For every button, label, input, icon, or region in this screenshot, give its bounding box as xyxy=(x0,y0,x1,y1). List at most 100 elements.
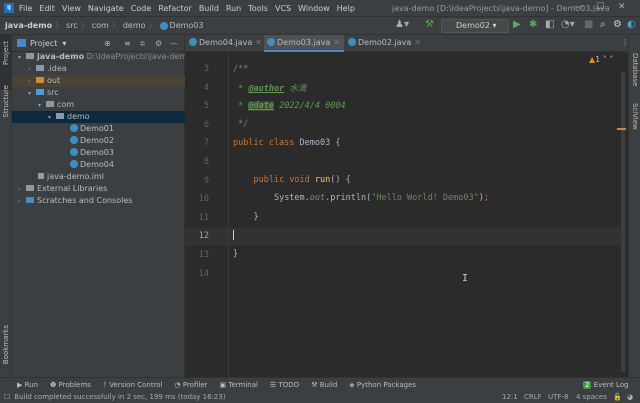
tree-root[interactable]: ▾ java-demo D:\IdeaProjects\java-demo xyxy=(12,51,192,63)
code-editor[interactable]: ▲1 ˄ ˅ 3 4 5 6 7 8 9 10 11 12 13 14 /** * @author 水… xyxy=(185,52,628,377)
line-number: 3 xyxy=(203,64,209,74)
tree-item-external-libraries[interactable]: › External Libraries xyxy=(12,183,185,195)
plugin-icon[interactable]: ◐ xyxy=(627,19,636,30)
line-number: 9 xyxy=(203,175,209,186)
status-icon: ☐ xyxy=(4,393,11,401)
breadcrumb-project[interactable]: java-demo xyxy=(5,21,52,30)
gear-icon[interactable]: ⚙ xyxy=(613,19,622,30)
breadcrumb-com[interactable]: com xyxy=(92,21,109,30)
database-tool-button[interactable]: Database xyxy=(631,53,639,86)
line-separator[interactable]: CRLF xyxy=(524,391,542,403)
tab-options-icon[interactable]: ⋮ xyxy=(621,38,629,47)
profile-icon[interactable]: ◔▾ xyxy=(561,19,575,30)
line-number: 7 xyxy=(203,138,209,149)
gear-icon[interactable]: ⚙ xyxy=(155,39,162,48)
line-number: 14 xyxy=(198,268,209,279)
tab-demo02[interactable]: Demo02.java ✕ xyxy=(345,35,425,52)
stop-icon[interactable]: ■ xyxy=(584,19,593,30)
bookmarks-tool-button[interactable]: Bookmarks xyxy=(2,325,10,364)
right-tool-strip: Database SciView xyxy=(628,35,640,377)
tree-item-scratches[interactable]: › Scratches and Consoles xyxy=(12,195,185,207)
breadcrumb-src[interactable]: src xyxy=(66,21,78,30)
navigation-bar: java-demo 〉 src 〉 com 〉 demo 〉 Demo03 ♟▾ ⚒ D… xyxy=(0,16,640,35)
warning-indicator[interactable]: ▲1 ˄ ˅ xyxy=(589,55,613,64)
caret-position[interactable]: 12:1 xyxy=(502,391,518,403)
menu-window[interactable]: Window xyxy=(298,4,330,13)
tree-item-demo04[interactable]: Demo04 xyxy=(12,159,185,171)
run-configuration-select[interactable]: Demo02 ▾ xyxy=(441,19,509,33)
tree-item-com[interactable]: ▾ com xyxy=(12,99,185,111)
line-number: 4 xyxy=(203,82,209,93)
tree-item-iml[interactable]: java-demo.iml xyxy=(12,171,185,183)
menu-refactor[interactable]: Refactor xyxy=(158,4,192,13)
lock-icon[interactable]: 🔓 xyxy=(613,391,622,403)
menu-code[interactable]: Code xyxy=(131,4,151,13)
tab-demo04[interactable]: Demo04.java ✕ xyxy=(186,35,264,52)
project-view-select[interactable]: Project xyxy=(30,39,57,48)
structure-tool-button[interactable]: Structure xyxy=(2,85,10,118)
user-icon[interactable]: ♟▾ xyxy=(395,19,409,30)
todo-tool-button[interactable]: ☰ TODO xyxy=(270,381,299,389)
tab-demo03[interactable]: Demo03.java ✕ xyxy=(264,35,344,52)
tree-item-src[interactable]: ▾ src xyxy=(12,87,185,99)
line-number: 11 xyxy=(198,212,209,223)
menu-tools[interactable]: Tools xyxy=(248,4,268,13)
menu-vcs[interactable]: VCS xyxy=(275,4,291,13)
editor-tabs: Demo04.java ✕ Demo03.java ✕ Demo02.java ✕ ⋮ xyxy=(185,35,629,52)
line-number: 12 xyxy=(198,231,209,242)
menu-edit[interactable]: Edit xyxy=(39,4,55,13)
text-cursor-icon: I xyxy=(462,273,469,284)
line-number: 8 xyxy=(203,157,209,167)
build-tool-button[interactable]: ⚒ Build xyxy=(311,381,337,389)
breadcrumb-file[interactable]: Demo03 xyxy=(170,21,204,30)
memory-icon[interactable]: ◕ xyxy=(627,391,633,403)
tree-item-out[interactable]: › out xyxy=(12,75,185,87)
indent-setting[interactable]: 4 spaces xyxy=(576,391,607,403)
tree-item-demo[interactable]: ▾ demo xyxy=(12,111,185,123)
tree-item-demo01[interactable]: Demo01 xyxy=(12,123,185,135)
menu-navigate[interactable]: Navigate xyxy=(88,4,124,13)
breadcrumb-demo[interactable]: demo xyxy=(123,21,146,30)
expand-icon[interactable]: ≑ xyxy=(139,39,146,48)
status-message[interactable]: Build completed successfully in 2 sec, 1… xyxy=(14,393,225,401)
menu-help[interactable]: Help xyxy=(337,4,355,13)
file-encoding[interactable]: UTF-8 xyxy=(548,391,568,403)
menu-run[interactable]: Run xyxy=(226,4,241,13)
menu-build[interactable]: Build xyxy=(199,4,219,13)
search-icon[interactable]: ⌕ xyxy=(600,19,606,30)
close-button[interactable]: ✕ xyxy=(618,2,626,12)
project-tool-button[interactable]: Project xyxy=(2,41,10,65)
tree-item-demo03[interactable]: Demo03 xyxy=(12,147,185,159)
menu-file[interactable]: File xyxy=(19,4,32,13)
terminal-tool-button[interactable]: ▣ Terminal xyxy=(220,381,258,389)
build-hammer-icon[interactable]: ⚒ xyxy=(425,19,434,30)
tree-item-idea[interactable]: › .idea xyxy=(12,63,185,75)
scrollbar[interactable] xyxy=(621,72,625,372)
run-icon[interactable]: ▶ xyxy=(513,19,521,30)
class-icon xyxy=(159,21,168,30)
python-packages-tool-button[interactable]: ◈ Python Packages xyxy=(349,381,416,389)
sciview-tool-button[interactable]: SciView xyxy=(631,103,639,130)
coverage-icon[interactable]: ◧ xyxy=(545,19,554,30)
profiler-tool-button[interactable]: ◔ Profiler xyxy=(175,381,208,389)
menu-bar: IJ File Edit View Navigate Code Refactor… xyxy=(0,0,640,16)
run-tool-button[interactable]: ▶ Run xyxy=(17,381,38,389)
debug-icon[interactable]: ✱ xyxy=(529,19,537,30)
tree-item-demo02[interactable]: Demo02 xyxy=(12,135,185,147)
menu-view[interactable]: View xyxy=(62,4,81,13)
hide-icon[interactable]: — xyxy=(170,39,178,48)
line-number: 5 xyxy=(203,101,209,112)
intellij-logo: IJ xyxy=(4,3,14,13)
bottom-tool-bar: ▶ Run ❶ Problems ᚹ Version Control ◔ Pro… xyxy=(0,377,640,391)
problems-tool-button[interactable]: ❶ Problems xyxy=(50,381,91,389)
version-control-tool-button[interactable]: ᚹ Version Control xyxy=(103,381,163,389)
left-tool-strip: Project Structure Bookmarks xyxy=(0,35,12,377)
line-number: 13 xyxy=(198,250,209,260)
maximize-button[interactable]: ☐ xyxy=(596,2,604,12)
event-log-button[interactable]: 2 Event Log xyxy=(583,380,628,389)
locate-icon[interactable]: ⊕ xyxy=(104,39,111,48)
status-bar: ☐ Build completed successfully in 2 sec,… xyxy=(0,391,640,403)
minimize-button[interactable]: — xyxy=(574,2,583,12)
collapse-all-icon[interactable]: ≡ xyxy=(124,39,131,48)
warning-marker[interactable] xyxy=(617,128,626,130)
